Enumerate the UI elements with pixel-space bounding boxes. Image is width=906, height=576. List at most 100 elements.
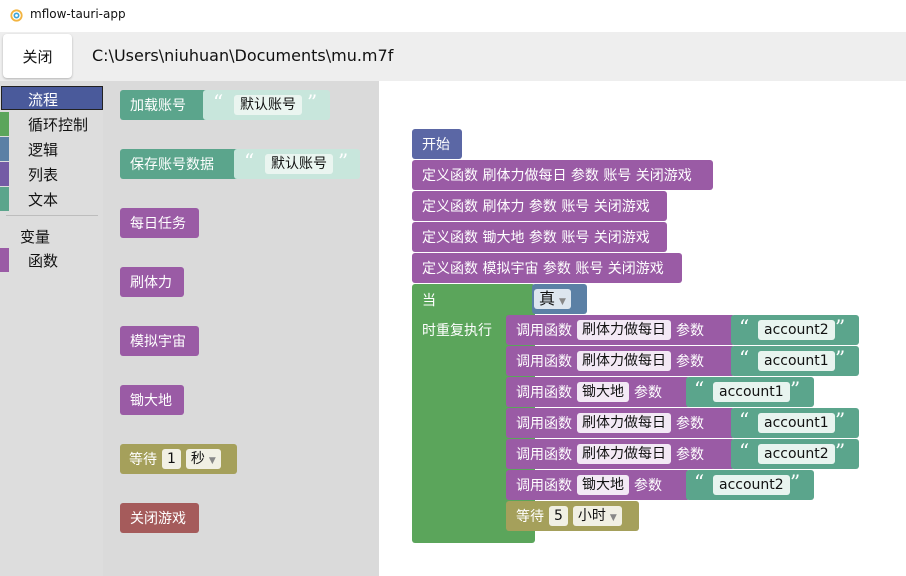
- dropdown-arrow-icon: ▼: [609, 513, 617, 523]
- close-quote-icon: ”: [835, 346, 846, 370]
- function-name-field[interactable]: 锄大地: [577, 475, 629, 495]
- start-block[interactable]: 开始: [412, 129, 462, 159]
- block-label: 锄大地: [130, 393, 172, 409]
- function-name-field[interactable]: 刷体力做每日: [577, 413, 671, 433]
- open-quote-icon: “: [694, 377, 705, 401]
- function-name-field[interactable]: 刷体力做每日: [577, 444, 671, 464]
- string-value[interactable]: account1: [758, 413, 835, 433]
- category-label: 流程: [28, 91, 59, 109]
- daily-tasks-block[interactable]: 每日任务: [120, 208, 199, 238]
- block-label: 等待: [129, 452, 157, 468]
- block-label: 调用函数: [516, 416, 572, 432]
- string-input-block[interactable]: “ account1 ”: [731, 408, 859, 438]
- save-account-block[interactable]: 保存账号数据: [120, 149, 240, 179]
- params-label: 参数: [676, 416, 704, 432]
- close-game-block[interactable]: 关闭游戏: [120, 503, 199, 533]
- function-name-field[interactable]: 刷体力做每日: [577, 351, 671, 371]
- block-label: 刷体力: [130, 275, 172, 291]
- string-input-block[interactable]: “ account2 ”: [731, 315, 859, 345]
- category-logic[interactable]: 逻辑: [0, 137, 103, 161]
- string-value[interactable]: account2: [713, 475, 790, 495]
- function-name-field[interactable]: 刷体力做每日: [577, 320, 671, 340]
- category-variables[interactable]: 变量: [20, 226, 50, 247]
- call-function-block[interactable]: 调用函数 刷体力做每日 参数: [506, 315, 735, 345]
- boolean-dropdown[interactable]: 真 ▼: [534, 289, 571, 309]
- while-repeat-label: 时重复执行: [422, 323, 492, 339]
- category-label: 函数: [28, 252, 59, 270]
- window-titlebar: mflow-tauri-app: [0, 0, 906, 32]
- string-value[interactable]: account1: [758, 351, 835, 371]
- dropdown-value: 小时: [577, 508, 606, 524]
- sim-universe-block[interactable]: 模拟宇宙: [120, 326, 199, 356]
- category-text[interactable]: 文本: [0, 187, 103, 211]
- block-label: 定义函数 模拟宇宙 参数 账号 关闭游戏: [422, 261, 664, 277]
- block-flyout: 加载账号 “ 默认账号 ” 保存账号数据 “ 默认账号 ” 每日任务 刷体力 模…: [103, 81, 379, 576]
- call-function-block[interactable]: 调用函数 锄大地 参数: [506, 470, 690, 500]
- function-definition-block[interactable]: 定义函数 刷体力做每日 参数 账号 关闭游戏: [412, 160, 713, 190]
- category-loop-control[interactable]: 循环控制: [0, 112, 103, 136]
- params-label: 参数: [676, 354, 704, 370]
- wait-amount-field[interactable]: 5: [549, 506, 568, 526]
- app-logo-icon: [10, 9, 23, 22]
- block-label: 模拟宇宙: [130, 334, 186, 350]
- string-input-block[interactable]: “ account2 ”: [686, 470, 814, 500]
- category-flow[interactable]: 流程: [1, 86, 103, 110]
- category-color-bar: [0, 187, 9, 211]
- function-definition-block[interactable]: 定义函数 刷体力 参数 账号 关闭游戏: [412, 191, 667, 221]
- function-name-field[interactable]: 锄大地: [577, 382, 629, 402]
- wait-block[interactable]: 等待 5 小时 ▼: [506, 501, 639, 531]
- call-function-block[interactable]: 调用函数 锄大地 参数: [506, 377, 690, 407]
- block-label: 开始: [422, 137, 450, 153]
- block-label: 调用函数: [516, 478, 572, 494]
- function-definition-block[interactable]: 定义函数 锄大地 参数 账号 关闭游戏: [412, 222, 667, 252]
- hoe-land-block[interactable]: 锄大地: [120, 385, 184, 415]
- string-value[interactable]: 默认账号: [265, 154, 333, 174]
- wait-amount-field[interactable]: 1: [162, 449, 181, 469]
- load-account-block[interactable]: 加载账号: [120, 90, 208, 120]
- call-function-block[interactable]: 调用函数 刷体力做每日 参数: [506, 346, 735, 376]
- close-button[interactable]: 关闭: [3, 34, 72, 78]
- block-label: 每日任务: [130, 216, 186, 232]
- params-label: 参数: [634, 478, 662, 494]
- dropdown-value: 秒: [190, 451, 205, 467]
- block-category-toolbox: 流程 循环控制 逻辑 列表 文本 变量 函数: [0, 81, 103, 576]
- close-quote-icon: ”: [835, 408, 846, 432]
- string-value[interactable]: account2: [758, 444, 835, 464]
- category-list[interactable]: 列表: [0, 162, 103, 186]
- block-label: 定义函数 锄大地 参数 账号 关闭游戏: [422, 230, 650, 246]
- category-label: 文本: [28, 191, 59, 209]
- call-function-block[interactable]: 调用函数 刷体力做每日 参数: [506, 439, 735, 469]
- open-quote-icon: “: [739, 439, 750, 463]
- category-color-bar: [0, 137, 9, 161]
- call-function-block[interactable]: 调用函数 刷体力做每日 参数: [506, 408, 735, 438]
- blockly-workspace[interactable]: 开始 定义函数 刷体力做每日 参数 账号 关闭游戏 定义函数 刷体力 参数 账号…: [379, 81, 906, 576]
- dropdown-arrow-icon: ▼: [559, 297, 566, 307]
- open-quote-icon: “: [739, 346, 750, 370]
- string-input-block[interactable]: “ 默认账号 ”: [234, 149, 360, 179]
- category-label: 逻辑: [28, 141, 59, 159]
- string-value[interactable]: 默认账号: [234, 95, 302, 115]
- dropdown-value: 真: [539, 289, 556, 308]
- dropdown-arrow-icon: ▼: [208, 456, 216, 466]
- string-value[interactable]: account1: [713, 382, 790, 402]
- string-input-block[interactable]: “ account2 ”: [731, 439, 859, 469]
- string-input-block[interactable]: “ account1 ”: [686, 377, 814, 407]
- close-quote-icon: ”: [307, 90, 318, 114]
- string-value[interactable]: account2: [758, 320, 835, 340]
- string-input-block[interactable]: “ account1 ”: [731, 346, 859, 376]
- category-color-bar: [0, 162, 9, 186]
- category-color-bar: [0, 112, 9, 136]
- boolean-block[interactable]: 真 ▼: [532, 284, 587, 314]
- wait-unit-dropdown[interactable]: 秒 ▼: [185, 449, 221, 469]
- category-functions[interactable]: 函数: [0, 248, 103, 272]
- close-quote-icon: ”: [835, 315, 846, 339]
- block-label: 调用函数: [516, 354, 572, 370]
- block-label: 定义函数 刷体力做每日 参数 账号 关闭游戏: [422, 168, 692, 184]
- string-input-block[interactable]: “ 默认账号 ”: [203, 90, 330, 120]
- wait-unit-dropdown[interactable]: 小时 ▼: [572, 506, 622, 526]
- function-definition-block[interactable]: 定义函数 模拟宇宙 参数 账号 关闭游戏: [412, 253, 682, 283]
- stamina-block[interactable]: 刷体力: [120, 267, 184, 297]
- wait-block[interactable]: 等待 1 秒 ▼: [120, 444, 237, 474]
- close-quote-icon: ”: [790, 377, 801, 401]
- open-quote-icon: “: [213, 90, 224, 114]
